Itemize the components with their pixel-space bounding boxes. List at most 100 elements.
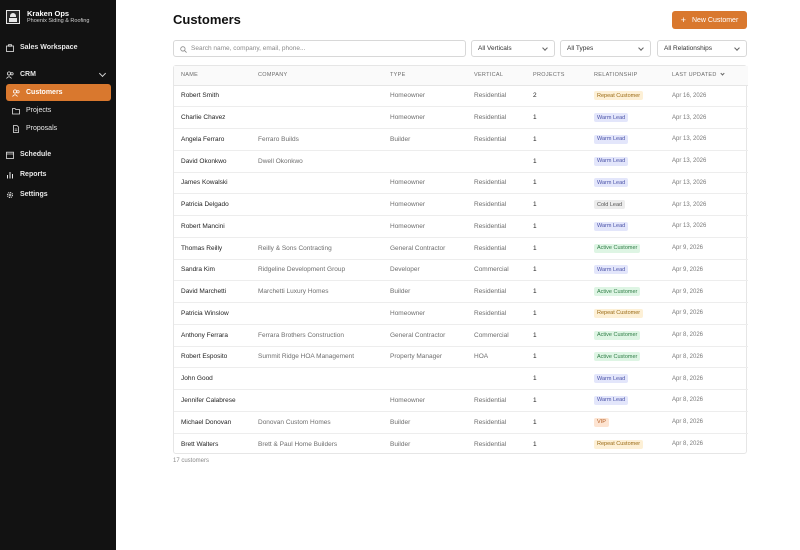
cell-type: Homeowner	[390, 92, 426, 100]
relationships-select[interactable]: All Relationships	[657, 40, 747, 57]
table-row[interactable]: James Kowalski Homeowner Residential 1 Warm …	[174, 172, 748, 194]
cell-name: Michael Donovan	[181, 418, 232, 426]
relationship-badge: Active Customer	[594, 243, 641, 253]
cell-last-updated: Apr 13, 2026	[672, 158, 707, 165]
cell-projects: 1	[533, 353, 537, 361]
cell-company: Marchetti Luxury Homes	[258, 288, 329, 296]
new-customer-button[interactable]: + New Customer	[672, 11, 747, 29]
sidebar-item-label: Projects	[26, 107, 52, 114]
brand-subtitle: Phoenix Siding & Roofing	[27, 18, 90, 24]
sidebar-item-label: Proposals	[26, 125, 58, 132]
cell-projects: 1	[533, 114, 537, 122]
cell-name: Thomas Reilly	[181, 244, 223, 252]
cell-projects: 1	[533, 201, 537, 209]
cell-company: Dwell Okonkwo	[258, 157, 303, 165]
types-select[interactable]: All Types	[560, 40, 651, 57]
table-row[interactable]: Robert Smith Homeowner Residential 2 Repeat …	[174, 85, 748, 107]
table-row[interactable]: Robert Esposito Summit Ridge HOA Manageme…	[174, 346, 748, 368]
table-row[interactable]: David Marchetti Marchetti Luxury Homes Bui…	[174, 281, 748, 303]
column-header-last-updated[interactable]: LAST UPDATED	[672, 66, 748, 86]
table-row[interactable]: Thomas Reilly Reilly & Sons Contracting Ge…	[174, 237, 748, 259]
table-row[interactable]: Anthony Ferrara Ferrara Brothers Construc…	[174, 324, 748, 346]
table-row[interactable]: Angela Ferraro Ferraro Builds Builder Resid…	[174, 129, 748, 151]
sidebar-item-proposals[interactable]: Proposals	[6, 120, 111, 137]
cell-projects: 1	[533, 222, 537, 230]
search-box[interactable]	[173, 40, 466, 57]
sidebar-item-schedule[interactable]: Schedule	[6, 146, 111, 163]
relationship-badge: Active Customer	[594, 287, 641, 297]
chevron-down-icon[interactable]	[98, 69, 107, 78]
cell-name: David Marchetti	[181, 288, 227, 296]
cell-type: Property Manager	[390, 353, 443, 361]
column-header-company[interactable]: COMPANY	[258, 66, 390, 86]
cell-vertical	[474, 368, 533, 390]
sidebar-item-settings[interactable]: Settings	[6, 186, 111, 203]
column-header-type[interactable]: TYPE	[390, 66, 474, 86]
relationship-badge: Warm Lead	[594, 395, 629, 405]
cell-vertical: Commercial	[474, 331, 509, 339]
calendar-icon	[6, 151, 14, 159]
table-row[interactable]: Patricia Winslow Homeowner Residential 1 Rep…	[174, 303, 748, 325]
table-row[interactable]: John Good 1 Warm Lead Apr 8, 2026	[174, 368, 748, 390]
cell-projects: 1	[533, 266, 537, 274]
cell-company: Donovan Custom Homes	[258, 418, 331, 426]
table-row[interactable]: Brett Walters Brett & Paul Home Builders B…	[174, 433, 748, 455]
table-row[interactable]: Robert Mancini Homeowner Residential 1 Warm …	[174, 216, 748, 238]
cell-type: Homeowner	[390, 396, 426, 404]
cell-last-updated: Apr 13, 2026	[672, 223, 707, 230]
cell-company: Ferraro Builds	[258, 135, 299, 143]
table-row[interactable]: Patricia Delgado Homeowner Residential 1 Col…	[174, 194, 748, 216]
table-row[interactable]: Michael Donovan Donovan Custom Homes Build…	[174, 411, 748, 433]
cell-relationship: VIP	[594, 411, 672, 433]
cell-name: John Good	[181, 375, 213, 383]
table-row[interactable]: Sandra Kim Ridgeline Development Group Dev…	[174, 259, 748, 281]
sidebar: Kraken Ops Phoenix Siding & Roofing Sale…	[0, 0, 116, 550]
chevron-down-icon	[638, 45, 644, 51]
main-content: Customers + New Customer All Verticals A…	[116, 0, 800, 550]
cell-projects: 1	[533, 179, 537, 187]
cell-last-updated: Apr 8, 2026	[672, 353, 704, 360]
cell-name: Sandra Kim	[181, 266, 215, 274]
relationship-badge: Repeat Customer	[594, 91, 644, 101]
table-row[interactable]: Jennifer Calabrese Homeowner Residential 1 W…	[174, 390, 748, 412]
verticals-select[interactable]: All Verticals	[471, 40, 555, 57]
sidebar-item-sales-workspace[interactable]: Sales Workspace	[6, 39, 111, 56]
cell-last-updated: Apr 9, 2026	[672, 288, 704, 295]
relationship-badge: Warm Lead	[594, 156, 629, 166]
relationships-select-value: All Relationships	[664, 45, 713, 52]
column-header-name[interactable]: NAME	[174, 66, 258, 86]
cell-company	[258, 390, 390, 412]
cell-last-updated: Apr 16, 2026	[672, 92, 707, 99]
sidebar-item-projects[interactable]: Projects	[6, 102, 111, 119]
cell-relationship: Warm Lead	[594, 172, 672, 194]
cell-last-updated: Apr 8, 2026	[672, 419, 704, 426]
document-icon	[12, 124, 20, 133]
cell-vertical: Residential	[474, 288, 507, 296]
cell-relationship: Repeat Customer	[594, 303, 672, 325]
cell-name: Robert Smith	[181, 92, 219, 100]
cell-relationship: Warm Lead	[594, 107, 672, 129]
customer-count: 17 customers	[173, 458, 210, 464]
brand-logo-icon	[6, 10, 20, 24]
cell-vertical: Residential	[474, 396, 507, 404]
table-row[interactable]: Charlie Chavez Homeowner Residential 1 Warm …	[174, 107, 748, 129]
column-header-vertical[interactable]: VERTICAL	[474, 66, 533, 86]
cell-last-updated: Apr 8, 2026	[672, 397, 704, 404]
cell-company	[258, 85, 390, 107]
sidebar-item-customers[interactable]: Customers	[6, 84, 111, 101]
cell-projects: 1	[533, 288, 537, 296]
table-row[interactable]: David Okonkwo Dwell Okonkwo 1 Warm Lead Apr …	[174, 150, 748, 172]
column-header-relationship[interactable]: RELATIONSHIP	[594, 66, 672, 86]
column-header-label: LAST UPDATED	[672, 72, 717, 79]
cell-last-updated: Apr 13, 2026	[672, 201, 707, 208]
sidebar-item-crm[interactable]: CRM	[6, 66, 111, 83]
chevron-down-icon	[734, 45, 740, 51]
search-input[interactable]	[191, 45, 451, 52]
column-header-projects[interactable]: PROJECTS	[533, 66, 594, 86]
cell-vertical: Residential	[474, 201, 507, 209]
brand[interactable]: Kraken Ops Phoenix Siding & Roofing	[0, 4, 116, 30]
plus-icon: +	[680, 15, 686, 25]
sidebar-item-reports[interactable]: Reports	[6, 166, 111, 183]
cell-company: Ferrara Brothers Construction	[258, 331, 344, 339]
sidebar-item-label: Reports	[20, 171, 47, 178]
